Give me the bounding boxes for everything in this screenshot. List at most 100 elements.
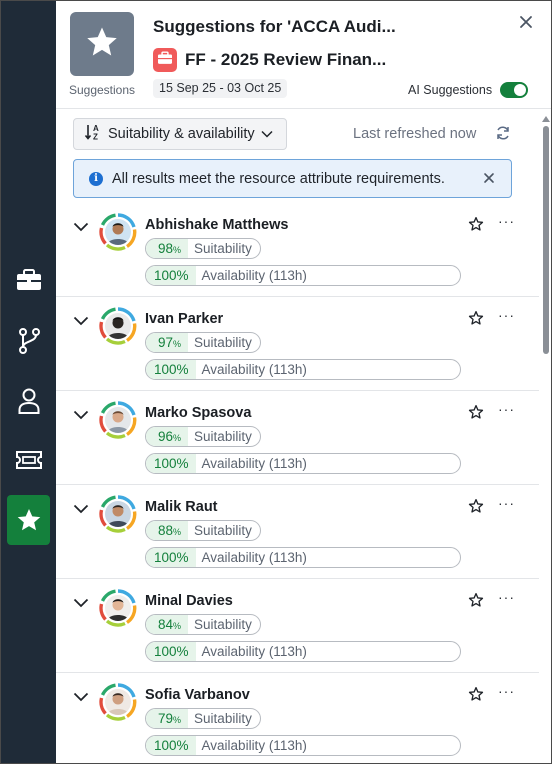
suitability-pill: 88% Suitability: [145, 520, 261, 541]
star-outline-icon: [468, 593, 484, 612]
suitability-label: Suitability: [194, 241, 252, 256]
close-button[interactable]: [517, 13, 535, 31]
more-options-button[interactable]: ···: [498, 590, 515, 604]
avatar-photo: [105, 219, 131, 245]
alert-message: All results meet the resource attribute …: [112, 171, 445, 187]
star-icon: [16, 507, 42, 533]
suitability-value: 96%: [146, 427, 189, 446]
suitability-label: Suitability: [194, 617, 252, 632]
svg-text:Z: Z: [93, 133, 98, 142]
availability-pill: 100% Availability (113h): [145, 359, 461, 380]
availability-value: 100%: [146, 360, 196, 379]
candidate-name[interactable]: Abhishake Matthews: [145, 217, 288, 233]
suitability-pill: 97% Suitability: [145, 332, 261, 353]
availability-pill: 100% Availability (113h): [145, 547, 461, 568]
avatar-photo: [105, 689, 131, 715]
avatar: [99, 683, 137, 721]
star-outline-icon: [468, 217, 484, 236]
star-outline-icon: [468, 311, 484, 330]
scroll-up-arrow[interactable]: [542, 116, 550, 122]
availability-pill: 100% Availability (113h): [145, 735, 461, 756]
favorite-button[interactable]: [468, 404, 484, 425]
candidate-name[interactable]: Ivan Parker: [145, 311, 223, 327]
project-title: FF - 2025 Review Finan...: [185, 50, 387, 69]
avatar-photo: [105, 407, 131, 433]
rail-workflow-button[interactable]: [7, 316, 50, 366]
expand-chevron-icon[interactable]: [73, 689, 89, 707]
more-options-button[interactable]: ···: [498, 214, 515, 228]
suitability-label: Suitability: [194, 523, 252, 538]
favorite-button[interactable]: [468, 686, 484, 707]
avatar: [99, 589, 137, 627]
sort-az-icon: AZ: [84, 123, 102, 145]
candidate-row[interactable]: Ivan Parker ··· 97% Suitability 100% Ava…: [56, 297, 539, 391]
suitability-value: 98%: [146, 239, 189, 258]
candidate-row[interactable]: Sofia Varbanov ··· 79% Suitability 100% …: [56, 673, 539, 763]
branch-icon: [17, 328, 41, 354]
scrollbar[interactable]: [540, 114, 551, 763]
suggestions-tile-label: Suggestions: [68, 83, 136, 97]
availability-pill: 100% Availability (113h): [145, 453, 461, 474]
suitability-label: Suitability: [194, 711, 252, 726]
expand-chevron-icon[interactable]: [73, 501, 89, 519]
suitability-label: Suitability: [194, 335, 252, 350]
candidate-name[interactable]: Malik Raut: [145, 499, 218, 515]
candidate-name[interactable]: Marko Spasova: [145, 405, 251, 421]
expand-chevron-icon[interactable]: [73, 313, 89, 331]
avatar: [99, 495, 137, 533]
left-rail: [1, 1, 56, 763]
availability-value: 100%: [146, 454, 196, 473]
ticket-icon: [15, 450, 43, 470]
favorite-button[interactable]: [468, 310, 484, 331]
candidate-row[interactable]: Malik Raut ··· 88% Suitability 100% Avai…: [56, 485, 539, 579]
more-options-button[interactable]: ···: [498, 402, 515, 416]
info-alert: i All results meet the resource attribut…: [73, 159, 512, 198]
candidate-row[interactable]: Abhishake Matthews ··· 98% Suitability 1…: [56, 203, 539, 297]
briefcase-icon: [16, 268, 42, 292]
rail-suggestions-button[interactable]: [7, 495, 50, 545]
alert-dismiss-button[interactable]: [482, 171, 496, 190]
sort-dropdown[interactable]: AZ Suitability & availability: [73, 118, 287, 150]
availability-label: Availability (113h): [201, 738, 307, 753]
rail-projects-button[interactable]: [7, 255, 50, 305]
avatar: [99, 401, 137, 439]
availability-label: Availability (113h): [201, 644, 307, 659]
favorite-button[interactable]: [468, 216, 484, 237]
avatar-photo: [105, 595, 131, 621]
candidate-row[interactable]: Marko Spasova ··· 96% Suitability 100% A…: [56, 391, 539, 485]
rail-tickets-button[interactable]: [7, 435, 50, 485]
panel-title: Suggestions for 'ACCA Audi...: [153, 17, 396, 36]
rail-people-button[interactable]: [7, 376, 50, 426]
candidate-row[interactable]: Minal Davies ··· 84% Suitability 100% Av…: [56, 579, 539, 673]
favorite-button[interactable]: [468, 498, 484, 519]
avatar-photo: [105, 501, 131, 527]
avatar: [99, 213, 137, 251]
availability-pill: 100% Availability (113h): [145, 265, 461, 286]
suggestions-panel: Suggestions Suggestions for 'ACCA Audi..…: [56, 1, 551, 763]
availability-label: Availability (113h): [201, 362, 307, 377]
last-refreshed-text: Last refreshed now: [353, 126, 477, 142]
date-range: 15 Sep 25 - 03 Oct 25: [153, 79, 288, 98]
star-outline-icon: [468, 687, 484, 706]
app-frame: Suggestions Suggestions for 'ACCA Audi..…: [0, 0, 552, 764]
suitability-label: Suitability: [194, 429, 252, 444]
star-outline-icon: [468, 405, 484, 424]
availability-label: Availability (113h): [201, 268, 307, 283]
candidate-name[interactable]: Minal Davies: [145, 593, 233, 609]
more-options-button[interactable]: ···: [498, 684, 515, 698]
refresh-button[interactable]: [495, 125, 511, 146]
scroll-thumb[interactable]: [543, 126, 549, 354]
availability-label: Availability (113h): [201, 550, 307, 565]
expand-chevron-icon[interactable]: [73, 219, 89, 237]
expand-chevron-icon[interactable]: [73, 407, 89, 425]
close-icon: [482, 172, 496, 189]
suitability-value: 79%: [146, 709, 189, 728]
candidate-name[interactable]: Sofia Varbanov: [145, 687, 250, 703]
more-options-button[interactable]: ···: [498, 496, 515, 510]
favorite-button[interactable]: [468, 592, 484, 613]
expand-chevron-icon[interactable]: [73, 595, 89, 613]
ai-suggestions-toggle[interactable]: [500, 82, 528, 98]
availability-value: 100%: [146, 266, 196, 285]
more-options-button[interactable]: ···: [498, 308, 515, 322]
project-badge: [153, 48, 177, 72]
